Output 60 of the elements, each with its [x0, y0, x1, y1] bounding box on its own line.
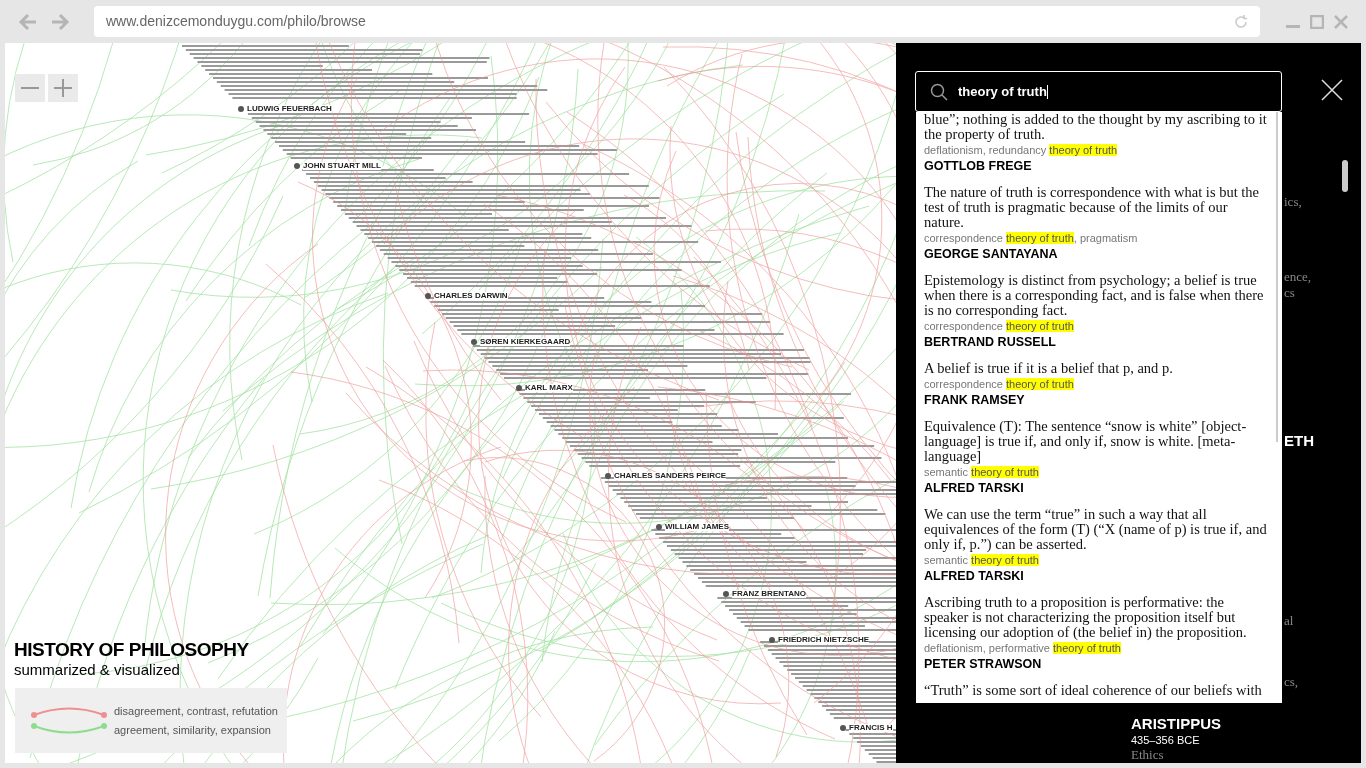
quote-text: We can use the term “true” in such a way that all equivalences of the form (T) (“X (name of p) is true if, and only if, p.”) can be asserted.	[924, 507, 1268, 552]
philosopher-label[interactable]: FRANCIS H	[849, 724, 893, 732]
author-name[interactable]: PETER STRAWSON	[924, 656, 1268, 673]
address-bar[interactable]: www.denizcemonduygu.com/philo/browse	[94, 6, 1260, 37]
back-icon[interactable]	[18, 12, 38, 31]
philosopher-label[interactable]: KARL MARX	[525, 384, 573, 392]
author-name[interactable]: FRANK RAMSEY	[924, 392, 1268, 409]
quote-text: The nature of truth is correspondence with what is but the test of truth is pragmatic because of the limits of our nature.	[924, 185, 1260, 230]
tag-list: correspondence theory of truth	[924, 377, 1268, 392]
tag-list: correspondence theory of truth, pragmatism	[924, 231, 1268, 246]
legend-label: agreement, similarity, expansion	[114, 722, 271, 738]
tag-list: semantic theory of truth	[924, 465, 1268, 480]
map-subtitle: summarized & visualized	[14, 661, 181, 678]
topic-text: ence,	[1284, 268, 1312, 286]
search-field[interactable]: theory of truth	[915, 71, 1282, 112]
scrollbar-thumb[interactable]	[1342, 160, 1348, 192]
author-name[interactable]: ALFRED TARSKI	[924, 480, 1268, 497]
topic-text: cs	[1284, 284, 1295, 302]
url-text: www.denizcemonduygu.com/philo/browse	[106, 12, 367, 31]
philosopher-label[interactable]: SØREN KIERKEGAARD	[480, 338, 571, 346]
tag-list: correspondence theory of truth	[924, 319, 1268, 334]
quote-text: Ascribing truth to a proposition is performative: the speaker is not characterizing the proposition itself but licensing our adoption of (the belief in) the proposition.	[924, 595, 1248, 640]
tag-list: semantic theory of truth	[924, 553, 1268, 568]
zoom-out-button[interactable]	[15, 74, 45, 102]
forward-icon[interactable]	[50, 12, 70, 31]
close-icon[interactable]	[1321, 79, 1343, 101]
field-text: Ethics	[1131, 747, 1165, 762]
search-icon	[930, 82, 948, 101]
author-name[interactable]: BERTRAND RUSSELL	[924, 334, 1268, 351]
philosopher-label[interactable]: CHARLES SANDERS PEIRCE	[614, 472, 726, 480]
plus-icon	[54, 79, 72, 97]
minus-icon	[21, 87, 39, 89]
author-name[interactable]: GOTTLOB FREGE	[924, 158, 1268, 175]
years-text: 435–356 BCE	[1131, 733, 1201, 747]
topic-text: al	[1284, 612, 1294, 630]
tag-list: deflationism, performative theory of truth	[924, 641, 1268, 656]
quote-text: Equivalence (T): The sentence “snow is white” [object-language] is true if, and only if, snow is white. [meta-language]	[924, 419, 1248, 464]
reload-icon[interactable]	[1234, 14, 1248, 29]
tag-list: deflationism, redundancy theory of truth	[924, 143, 1268, 158]
quote-text: Epistemology is distinct from psychology; a belief is true when there is a corresponding fact, and is false when there is no corresponding fact.	[924, 273, 1265, 318]
philosopher-name: ETH	[1284, 431, 1314, 451]
map-title: HISTORY OF PHILOSOPHY	[14, 639, 249, 661]
quote-text: “Truth” is some sort of ideal coherence of our beliefs with	[924, 683, 1263, 698]
zoom-in-button[interactable]	[48, 74, 78, 102]
quote-text: A belief is true if it is a belief that p, and p.	[924, 361, 1174, 376]
philosopher-label[interactable]: CHARLES DARWIN	[434, 292, 508, 300]
philosopher-name: ARISTIPPUS	[1131, 715, 1221, 733]
topic-text: ics,	[1284, 193, 1302, 211]
maximize-icon[interactable]	[1310, 14, 1324, 29]
philosopher-label[interactable]: FRIEDRICH NIETZSCHE	[778, 636, 870, 644]
philosopher-label[interactable]: FRANZ BRENTANO	[732, 590, 807, 598]
philosopher-label[interactable]: JOHN STUART MILL	[303, 162, 381, 170]
philosopher-label[interactable]: WILLIAM JAMES	[665, 523, 729, 531]
legend-label: disagreement, contrast, refutation	[114, 704, 278, 719]
author-name[interactable]: ALFRED TARSKI	[924, 568, 1268, 585]
quote-text: blue”; nothing is added to the thought by my ascribing to it the property of truth.	[924, 112, 1268, 142]
philosopher-label[interactable]: LUDWIG FEUERBACH	[247, 105, 332, 113]
author-name[interactable]: GEORGE SANTAYANA	[924, 246, 1268, 263]
topic-text: cs,	[1284, 673, 1299, 691]
results-scrollbar[interactable]	[1276, 112, 1278, 442]
